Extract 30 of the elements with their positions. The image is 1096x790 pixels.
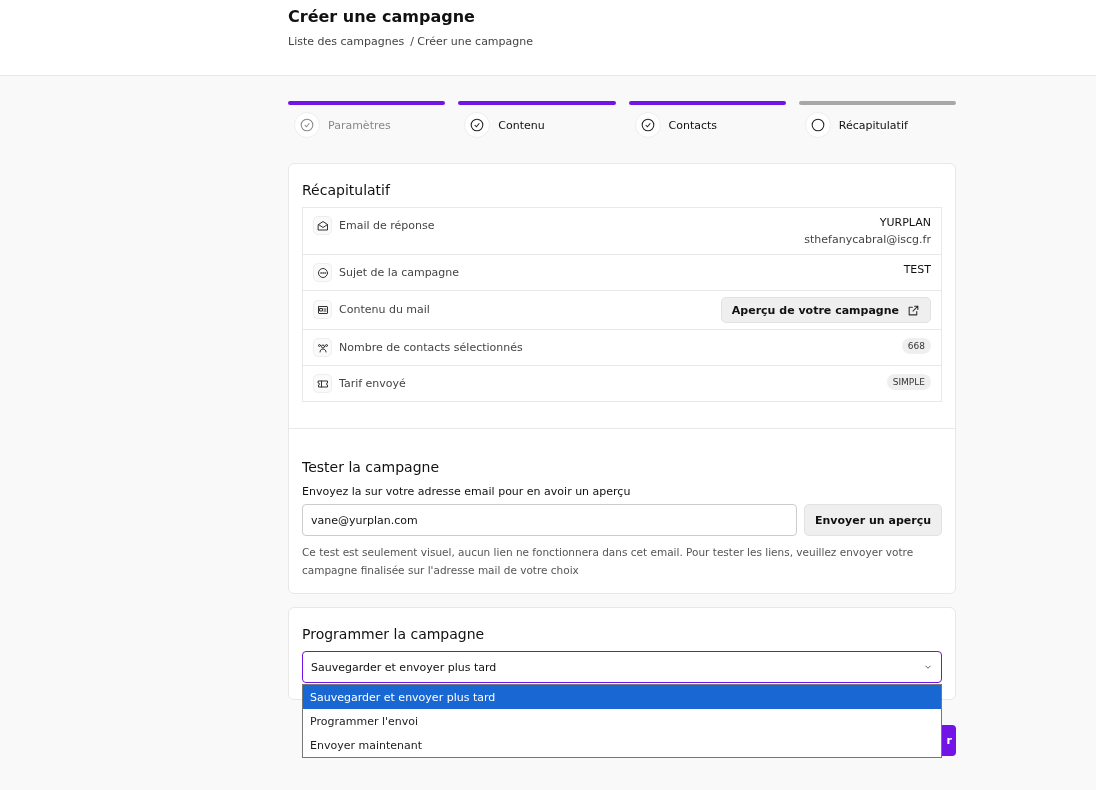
summary-value: TEST — [903, 263, 931, 276]
dropdown-option[interactable]: Sauvegarder et envoyer plus tard — [303, 685, 941, 709]
section-title: Programmer la campagne — [302, 625, 486, 644]
help-text: Ce test est seulement visuel, aucun lien ne fonctionnera dans cet email. Pour tester les liens, veuillez envoyer votre campagne finalisée sur l'adresse mail de votre choix — [302, 545, 915, 578]
summary-value: sthefanycabral@iscg.fr — [804, 233, 931, 246]
section-title: Tester la campagne — [302, 458, 441, 477]
external-link-icon — [907, 303, 920, 317]
send-preview-button[interactable]: Envoyer un aperçu — [804, 504, 942, 536]
check-circle-icon — [294, 112, 320, 138]
section-title: Récapitulatif — [302, 181, 392, 200]
summary-badge: 668 — [901, 338, 931, 354]
summary-value: YURPLAN — [879, 216, 931, 229]
summary-label: Tarif envoyé — [339, 377, 406, 390]
step-label[interactable]: Contenu — [498, 118, 545, 132]
summary-label: Email de réponse — [339, 219, 435, 232]
check-circle-icon — [634, 112, 661, 138]
schedule-select[interactable]: Sauvegarder et envoyer plus tard — [302, 651, 942, 683]
step-label[interactable]: Contacts — [668, 118, 718, 132]
summary-label: Nombre de contacts sélectionnés — [339, 341, 523, 354]
breadcrumb-link[interactable]: Liste des campagnes — [288, 35, 405, 48]
summary-label: Sujet de la campagne — [339, 266, 460, 279]
step-label[interactable]: Récapitulatif — [838, 118, 908, 132]
email-field[interactable]: vane@yurplan.com — [302, 504, 797, 536]
field-label: Envoyez la sur votre adresse email pour en avoir un aperçu — [302, 485, 632, 498]
check-circle-icon — [464, 112, 491, 138]
page-title: Créer une campagne — [288, 6, 476, 28]
circle-icon — [804, 112, 831, 138]
summary-label: Contenu du mail — [339, 303, 430, 316]
summary-badge: SIMPLE — [886, 374, 931, 390]
preview-button[interactable]: Aperçu de votre campagne — [720, 297, 931, 323]
